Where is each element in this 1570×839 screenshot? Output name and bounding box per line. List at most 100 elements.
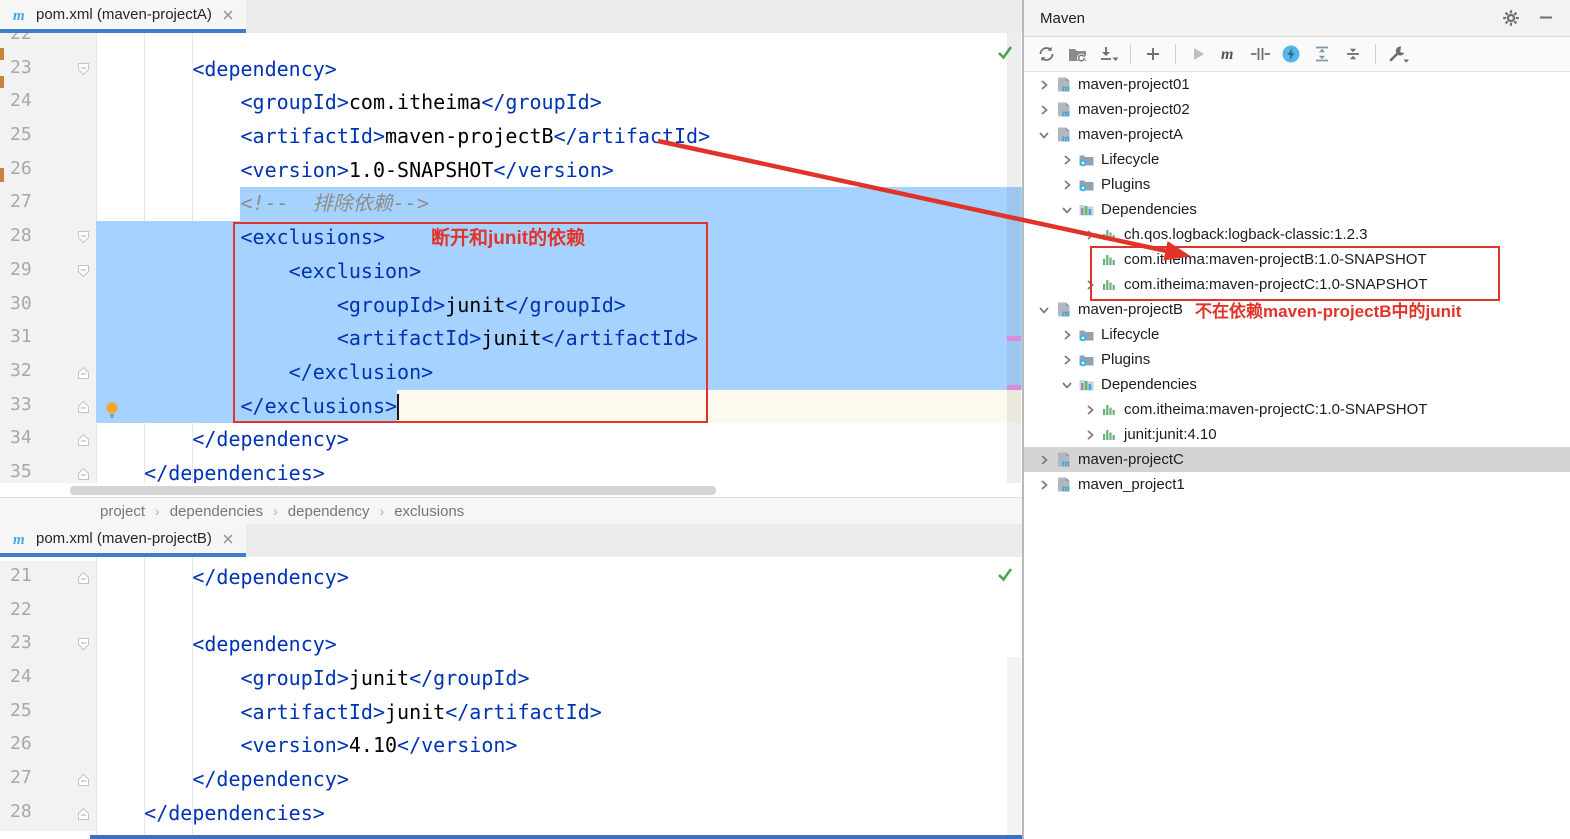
code-text[interactable]: </dependencies> xyxy=(96,797,1022,831)
breadcrumb-item-exclusions[interactable]: exclusions xyxy=(394,503,464,520)
code-text[interactable]: <version>4.10</version> xyxy=(96,729,1022,763)
chevron-right-icon[interactable] xyxy=(1036,452,1055,468)
fold-marker-icon[interactable] xyxy=(76,399,91,414)
code-line-22[interactable]: 22 xyxy=(0,594,1022,629)
chevron-down-icon[interactable] xyxy=(1059,202,1078,218)
code-text[interactable]: </dependency> xyxy=(96,561,1022,595)
chevron-right-icon[interactable] xyxy=(1059,152,1078,168)
code-text[interactable]: <artifactId>junit</artifactId> xyxy=(96,696,1022,730)
toggle-skip-tests-mode-button[interactable] xyxy=(1248,42,1272,66)
tree-row-Lifecycle[interactable]: Lifecycle xyxy=(1024,147,1570,172)
close-tab-icon[interactable] xyxy=(222,533,234,545)
code-line-28[interactable]: 28 </dependencies> xyxy=(0,796,1022,831)
collapse-all-button[interactable] xyxy=(1341,42,1365,66)
breadcrumb-item-dependency[interactable]: dependency xyxy=(288,503,370,520)
chevron-right-icon[interactable] xyxy=(1082,402,1101,418)
code-line-28[interactable]: 28 <exclusions> 断开和junit的依赖 xyxy=(0,221,1022,255)
fold-marker-icon[interactable] xyxy=(76,570,91,585)
code-text[interactable]: </dependencies> xyxy=(96,457,1022,483)
code-line-31[interactable]: 31 <artifactId>junit</artifactId> xyxy=(0,322,1022,356)
code-line-33[interactable]: 33 </exclusions> xyxy=(0,389,1022,424)
horizontal-scrollbar-thumb[interactable] xyxy=(70,486,716,495)
chevron-right-icon[interactable] xyxy=(1082,427,1101,443)
code-text[interactable]: </dependency> xyxy=(96,763,1022,797)
download-sources-documentation-button[interactable] xyxy=(1096,42,1120,66)
fold-marker-icon[interactable] xyxy=(76,264,91,279)
tree-row-Plugins[interactable]: Plugins xyxy=(1024,172,1570,197)
code-line-23[interactable]: 23 <dependency> xyxy=(0,52,1022,87)
chevron-right-icon[interactable] xyxy=(1059,352,1078,368)
tree-row-Lifecycle[interactable]: Lifecycle xyxy=(1024,322,1570,347)
code-text[interactable]: <groupId>junit</groupId> xyxy=(96,288,1022,323)
chevron-right-icon[interactable] xyxy=(1036,477,1055,493)
code-line-23[interactable]: 23 <dependency> xyxy=(0,628,1022,663)
code-text[interactable]: <version>1.0-SNAPSHOT</version> xyxy=(96,154,1022,188)
tree-row-maven-project01[interactable]: m maven-project01 xyxy=(1024,72,1570,97)
fold-marker-icon[interactable] xyxy=(76,637,91,652)
tree-row-maven-projectA[interactable]: m maven-projectA xyxy=(1024,122,1570,147)
inspections-ok-icon[interactable] xyxy=(996,566,1014,588)
fold-marker-icon[interactable] xyxy=(76,466,91,481)
fold-marker-icon[interactable] xyxy=(76,62,91,77)
code-line-25[interactable]: 25 <artifactId>maven-projectB</artifactI… xyxy=(0,120,1022,154)
tree-row-ch-qos-logback-logback-classic-1-2-3[interactable]: ch.qos.logback:logback-classic:1.2.3 xyxy=(1024,222,1570,247)
toggle-offline-mode-button[interactable] xyxy=(1279,42,1303,66)
vertical-scrollbar[interactable] xyxy=(1007,33,1021,483)
code-line-24[interactable]: 24 <groupId>junit</groupId> xyxy=(0,662,1022,696)
code-line-32[interactable]: 32 </exclusion> xyxy=(0,355,1022,390)
gear-icon[interactable] xyxy=(1502,9,1522,27)
code-text[interactable]: <exclusions> 断开和junit的依赖 xyxy=(96,221,1022,255)
code-line-29[interactable]: 29 <exclusion> xyxy=(0,254,1022,289)
code-line-34[interactable]: 34 </dependency> xyxy=(0,423,1022,457)
reimport-all-maven-projects-button[interactable] xyxy=(1034,42,1058,66)
fold-marker-icon[interactable] xyxy=(76,432,91,447)
maven-settings-button[interactable] xyxy=(1386,42,1410,66)
tree-row-com-itheima-maven-projectB-1-0-SNAPSHOT[interactable]: com.itheima:maven-projectB:1.0-SNAPSHOT xyxy=(1024,247,1570,272)
close-tab-icon[interactable] xyxy=(222,9,234,21)
code-text[interactable]: <dependency> xyxy=(96,628,1022,662)
tree-row-com-itheima-maven-projectC-1-0-SNAPSHOT[interactable]: com.itheima:maven-projectC:1.0-SNAPSHOT xyxy=(1024,272,1570,297)
code-line-35[interactable]: 35 </dependencies> xyxy=(0,456,1022,483)
code-line-26[interactable]: 26 <version>4.10</version> xyxy=(0,729,1022,764)
editor-pane-b[interactable]: 21 </dependency> 22 23 <dependency> 24 <gro… xyxy=(0,557,1022,836)
code-text[interactable]: <!-- 排除依赖--> xyxy=(96,187,1022,222)
fold-marker-icon[interactable] xyxy=(76,806,91,821)
breadcrumb-item-project[interactable]: project xyxy=(100,503,145,520)
code-line-25[interactable]: 25 <artifactId>junit</artifactId> xyxy=(0,695,1022,730)
chevron-right-icon[interactable] xyxy=(1059,177,1078,193)
code-text[interactable]: <dependency> xyxy=(96,53,1022,87)
add-maven-projects-button[interactable] xyxy=(1141,42,1165,66)
chevron-down-icon[interactable] xyxy=(1059,377,1078,393)
chevron-right-icon[interactable] xyxy=(1082,227,1101,243)
chevron-down-icon[interactable] xyxy=(1036,302,1055,318)
tree-row-maven-project02[interactable]: m maven-project02 xyxy=(1024,97,1570,122)
code-text[interactable]: </dependency> xyxy=(96,423,1022,457)
code-line-27[interactable]: 27 <!-- 排除依赖--> xyxy=(0,187,1022,222)
tree-row-com-itheima-maven-projectC-1-0-SNAPSHOT[interactable]: com.itheima:maven-projectC:1.0-SNAPSHOT xyxy=(1024,397,1570,422)
code-line-27[interactable]: 27 </dependency> xyxy=(0,763,1022,797)
tab-pom-maven-projectA[interactable]: m pom.xml (maven-projectA) xyxy=(0,0,246,33)
horizontal-scrollbar[interactable] xyxy=(0,483,1022,497)
code-line-26[interactable]: 26 <version>1.0-SNAPSHOT</version> xyxy=(0,153,1022,188)
code-text[interactable]: </exclusion> xyxy=(96,355,1022,390)
fold-marker-icon[interactable] xyxy=(76,365,91,380)
tree-row-Dependencies[interactable]: Dependencies xyxy=(1024,197,1570,222)
breadcrumb-item-dependencies[interactable]: dependencies xyxy=(170,503,263,520)
tree-row-junit-junit-4-10[interactable]: junit:junit:4.10 xyxy=(1024,422,1570,447)
chevron-right-icon[interactable] xyxy=(1036,77,1055,93)
code-line-24[interactable]: 24 <groupId>com.itheima</groupId> xyxy=(0,86,1022,121)
minimize-icon[interactable] xyxy=(1538,9,1558,27)
expand-all-button[interactable] xyxy=(1310,42,1334,66)
tree-row-Plugins[interactable]: Plugins xyxy=(1024,347,1570,372)
fold-marker-icon[interactable] xyxy=(76,230,91,245)
code-text[interactable]: <artifactId>maven-projectB</artifactId> xyxy=(96,120,1022,154)
code-text[interactable]: <artifactId>junit</artifactId> xyxy=(96,322,1022,356)
code-text[interactable] xyxy=(96,33,1022,53)
chevron-down-icon[interactable] xyxy=(1036,127,1055,143)
fold-marker-icon[interactable] xyxy=(76,772,91,787)
chevron-right-icon[interactable] xyxy=(1036,102,1055,118)
chevron-right-icon[interactable] xyxy=(1082,277,1101,293)
execute-maven-goal-button[interactable]: m xyxy=(1217,42,1241,66)
code-line-21[interactable]: 21 </dependency> xyxy=(0,561,1022,595)
code-text[interactable] xyxy=(96,595,1022,629)
